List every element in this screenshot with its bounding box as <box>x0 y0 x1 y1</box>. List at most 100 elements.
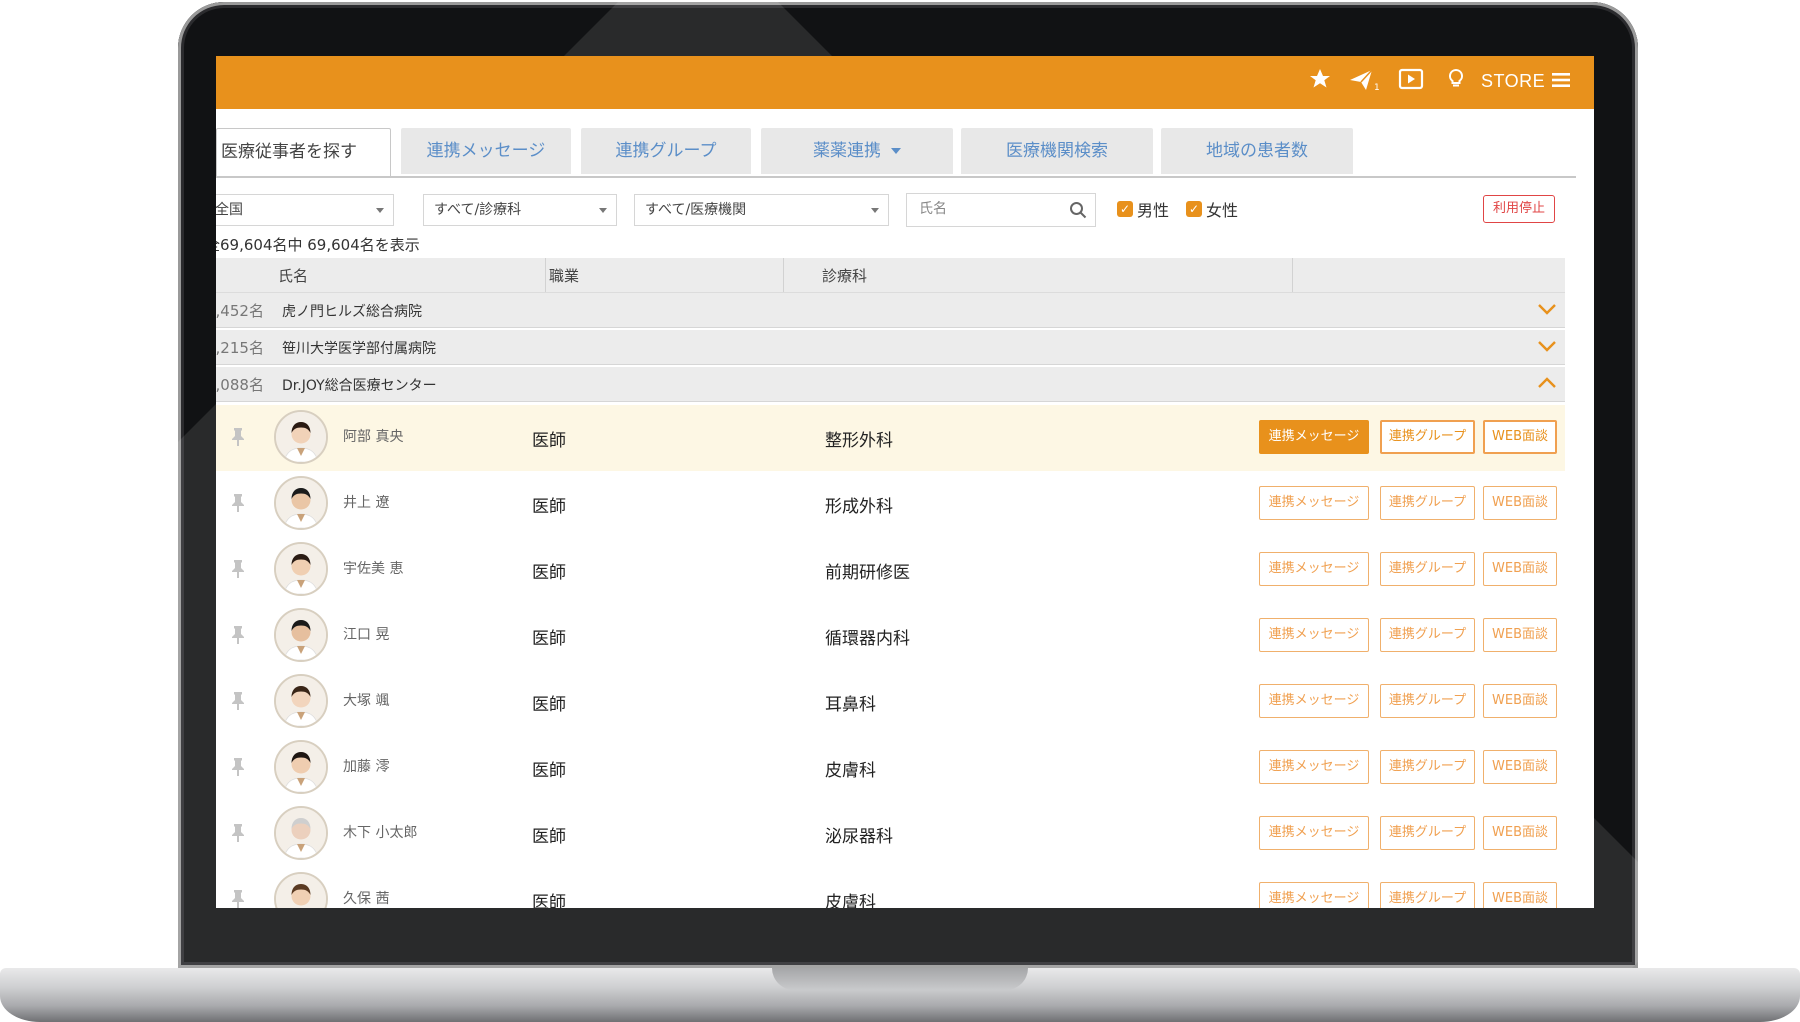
tab-groups[interactable]: 連携グループ <box>581 128 751 174</box>
tab-label: 連携メッセージ <box>426 141 546 161</box>
group-button[interactable]: 連携グループ <box>1380 618 1475 652</box>
web-meeting-button[interactable]: WEB面談 <box>1483 552 1557 586</box>
institution-select[interactable]: すべて/医療機関 <box>634 194 889 226</box>
web-meeting-button[interactable]: WEB面談 <box>1483 420 1557 454</box>
header-dept: 診療科 <box>822 267 868 285</box>
message-button[interactable]: 連携メッセージ <box>1259 750 1369 784</box>
tab-label: 連携グループ <box>615 141 717 161</box>
avatar <box>274 674 328 728</box>
avatar <box>274 740 328 794</box>
name-search-input[interactable] <box>917 200 1061 218</box>
chevron-down-icon[interactable] <box>1537 338 1557 357</box>
dropdown-arrow-icon <box>599 208 607 213</box>
table-row[interactable]: 宇佐美 恵 医師 前期研修医 連携メッセージ 連携グループ WEB面談 <box>216 537 1565 604</box>
table-row[interactable]: 阿部 真央 医師 整形外科 連携メッセージ 連携グループ WEB面談 <box>216 405 1565 472</box>
doctor-department: 泌尿器科 <box>825 827 893 847</box>
header-divider <box>545 258 546 292</box>
pin-icon[interactable] <box>230 691 246 715</box>
doctor-department: 皮膚科 <box>825 893 876 908</box>
pin-icon[interactable] <box>230 889 246 908</box>
department-select[interactable]: すべて/診療科 <box>423 194 617 226</box>
pin-icon[interactable] <box>230 559 246 583</box>
doctor-name[interactable]: 加藤 澪 <box>343 756 389 776</box>
result-count: 全69,604名中 69,604名を表示 <box>216 236 420 254</box>
web-meeting-button[interactable]: WEB面談 <box>1483 684 1557 718</box>
star-icon[interactable] <box>1308 67 1332 95</box>
doctor-name[interactable]: 久保 茜 <box>343 888 389 908</box>
doctor-department: 皮膚科 <box>825 761 876 781</box>
doctor-name[interactable]: 井上 遼 <box>343 492 389 512</box>
caret-down-icon <box>891 148 901 154</box>
group-name: 虎ノ門ヒルズ総合病院 <box>282 304 422 320</box>
group-button[interactable]: 連携グループ <box>1380 750 1475 784</box>
group-button[interactable]: 連携グループ <box>1380 882 1475 908</box>
department-value: すべて/診療科 <box>434 202 522 218</box>
doctor-name[interactable]: 木下 小太郎 <box>343 822 417 842</box>
header-divider <box>1292 258 1293 292</box>
search-icon[interactable] <box>1069 201 1087 223</box>
doctor-name[interactable]: 大塚 颯 <box>343 690 389 710</box>
message-button[interactable]: 連携メッセージ <box>1259 552 1369 586</box>
store-link[interactable]: STORE <box>1481 71 1545 92</box>
doctor-department: 整形外科 <box>825 431 893 451</box>
institution-group-row[interactable]: 1,452名 虎ノ門ヒルズ総合病院 <box>216 293 1565 328</box>
web-meeting-button[interactable]: WEB面談 <box>1483 882 1557 908</box>
paper-plane-icon[interactable]: 1 <box>1348 67 1380 97</box>
tab-pharmacy[interactable]: 薬薬連携 <box>761 128 953 174</box>
pin-icon[interactable] <box>230 625 246 649</box>
group-button[interactable]: 連携グループ <box>1380 552 1475 586</box>
pin-icon[interactable] <box>230 427 246 451</box>
table-row[interactable]: 江口 晃 医師 循環器内科 連携メッセージ 連携グループ WEB面談 <box>216 603 1565 670</box>
avatar <box>274 542 328 596</box>
tab-institution-search[interactable]: 医療機関検索 <box>961 128 1153 174</box>
doctor-name[interactable]: 阿部 真央 <box>343 426 403 446</box>
doctor-department: 形成外科 <box>825 497 893 517</box>
male-label: 男性 <box>1137 201 1170 220</box>
region-select[interactable]: 全国 <box>216 194 394 226</box>
tab-search-professionals[interactable]: 医療従事者を探す <box>216 128 391 176</box>
doctor-department: 循環器内科 <box>825 629 910 649</box>
pin-icon[interactable] <box>230 493 246 517</box>
tab-messages[interactable]: 連携メッセージ <box>401 128 571 174</box>
top-header-bar: 1 STORE <box>216 56 1594 109</box>
tab-label: 地域の患者数 <box>1206 141 1308 161</box>
message-button[interactable]: 連携メッセージ <box>1259 618 1369 652</box>
hamburger-menu-icon[interactable] <box>1551 70 1571 94</box>
message-button[interactable]: 連携メッセージ <box>1259 882 1369 908</box>
message-button[interactable]: 連携メッセージ <box>1259 684 1369 718</box>
pin-icon[interactable] <box>230 757 246 781</box>
table-row[interactable]: 木下 小太郎 医師 泌尿器科 連携メッセージ 連携グループ WEB面談 <box>216 801 1565 868</box>
male-checkbox[interactable]: ✓ <box>1117 201 1133 217</box>
web-meeting-button[interactable]: WEB面談 <box>1483 816 1557 850</box>
female-checkbox[interactable]: ✓ <box>1186 201 1202 217</box>
group-button[interactable]: 連携グループ <box>1380 486 1475 520</box>
doctor-department: 耳鼻科 <box>825 695 876 715</box>
message-button[interactable]: 連携メッセージ <box>1259 420 1369 454</box>
play-icon[interactable] <box>1398 67 1424 95</box>
message-button[interactable]: 連携メッセージ <box>1259 486 1369 520</box>
group-button[interactable]: 連携グループ <box>1380 420 1475 454</box>
chevron-down-icon[interactable] <box>1537 301 1557 320</box>
chevron-up-icon[interactable] <box>1537 375 1557 394</box>
doctor-name[interactable]: 江口 晃 <box>343 624 389 644</box>
group-button[interactable]: 連携グループ <box>1380 684 1475 718</box>
lightbulb-icon[interactable] <box>1446 67 1466 95</box>
tab-patient-counts[interactable]: 地域の患者数 <box>1161 128 1353 174</box>
table-row[interactable]: 大塚 颯 医師 耳鼻科 連携メッセージ 連携グループ WEB面談 <box>216 669 1565 736</box>
institution-group-row[interactable]: 1,215名 笹川大学医学部付属病院 <box>216 330 1565 365</box>
doctor-job: 医師 <box>532 827 566 847</box>
doctor-name[interactable]: 宇佐美 恵 <box>343 558 403 578</box>
table-row[interactable]: 久保 茜 医師 皮膚科 連携メッセージ 連携グループ WEB面談 <box>216 867 1565 908</box>
stop-usage-button[interactable]: 利用停止 <box>1483 195 1555 223</box>
group-name: 笹川大学医学部付属病院 <box>282 341 436 357</box>
group-button[interactable]: 連携グループ <box>1380 816 1475 850</box>
message-button[interactable]: 連携メッセージ <box>1259 816 1369 850</box>
table-row[interactable]: 加藤 澪 医師 皮膚科 連携メッセージ 連携グループ WEB面談 <box>216 735 1565 802</box>
web-meeting-button[interactable]: WEB面談 <box>1483 750 1557 784</box>
header-job: 職業 <box>549 267 580 285</box>
table-row[interactable]: 井上 遼 医師 形成外科 連携メッセージ 連携グループ WEB面談 <box>216 471 1565 538</box>
web-meeting-button[interactable]: WEB面談 <box>1483 618 1557 652</box>
institution-group-row[interactable]: 1,088名 Dr.JOY総合医療センター <box>216 367 1565 402</box>
pin-icon[interactable] <box>230 823 246 847</box>
web-meeting-button[interactable]: WEB面談 <box>1483 486 1557 520</box>
